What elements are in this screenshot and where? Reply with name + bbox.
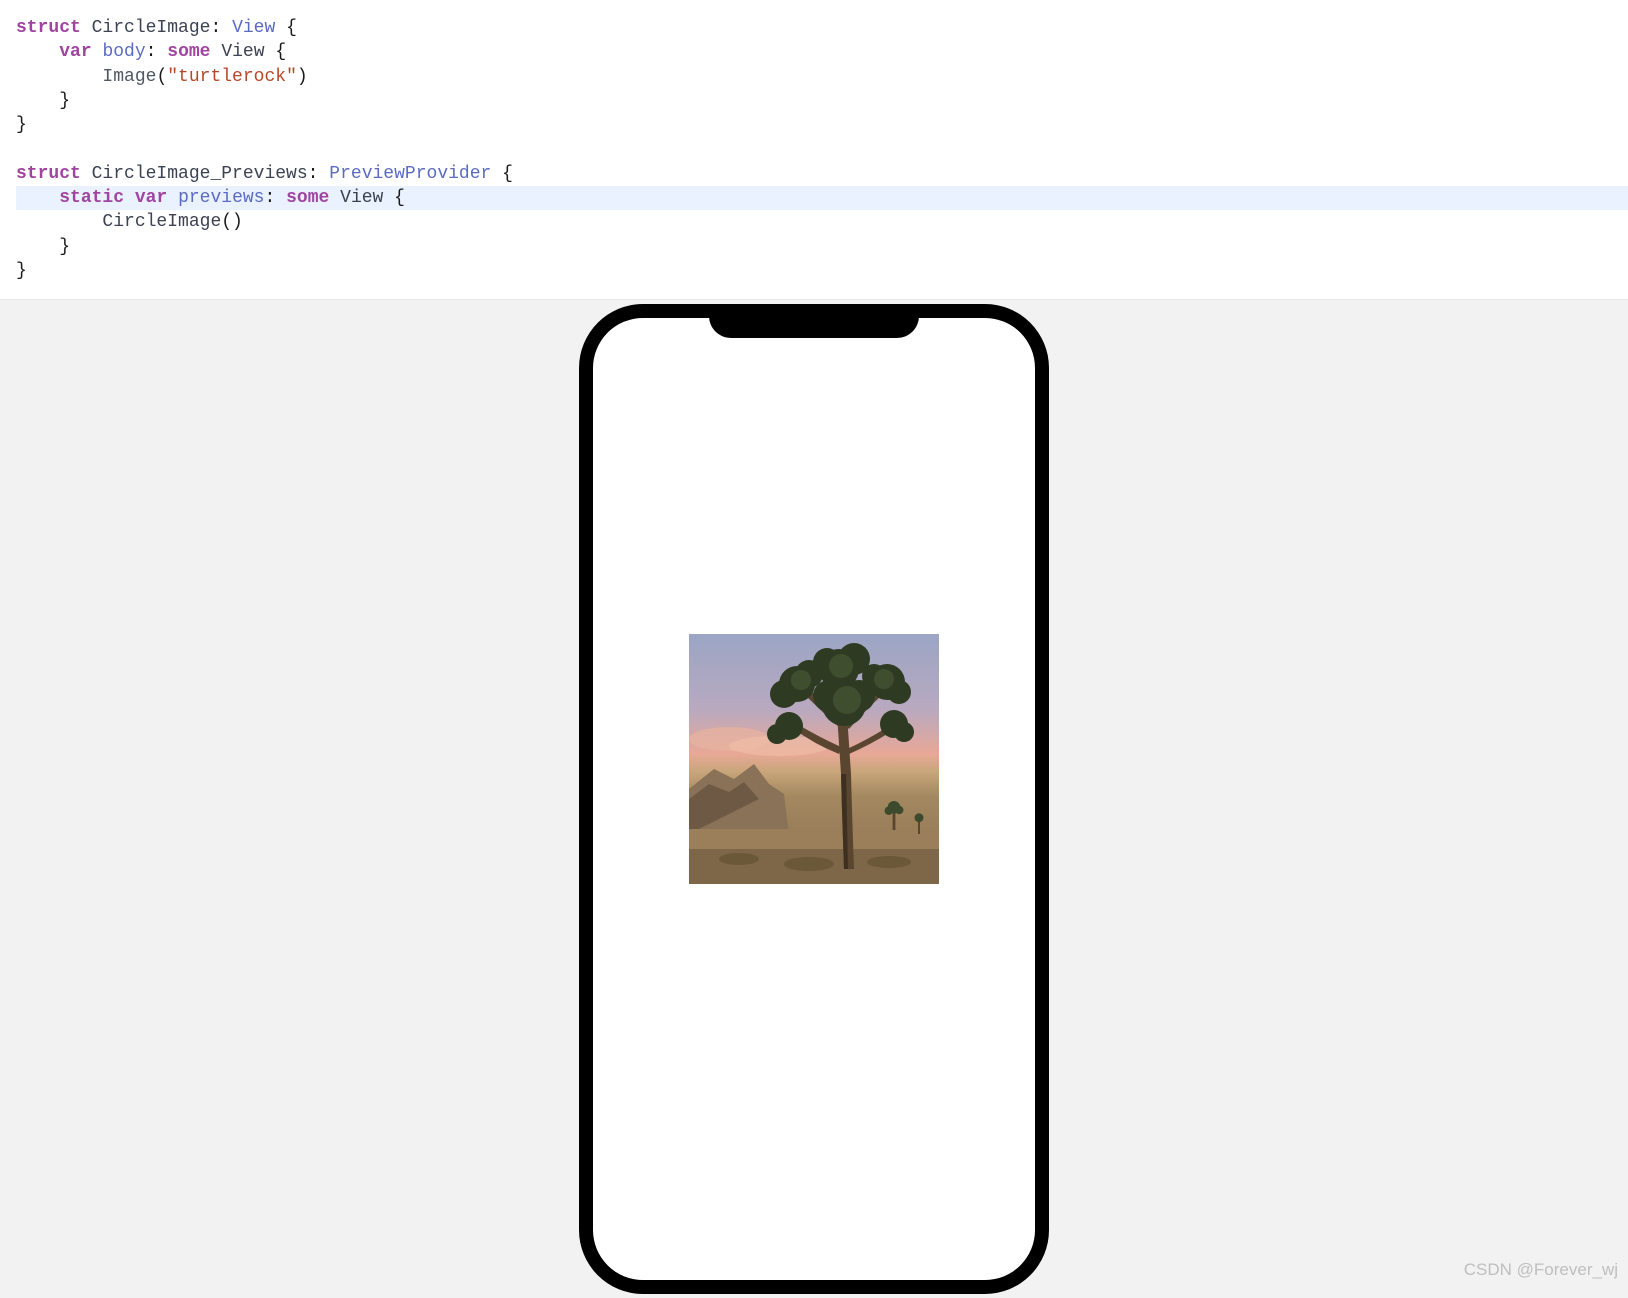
type-view: View: [221, 42, 264, 62]
type-name: CircleImage: [92, 18, 211, 38]
keyword-some: some: [167, 42, 210, 62]
func-image: Image: [102, 67, 156, 87]
watermark-text: CSDN @Forever_wj: [1464, 1260, 1618, 1280]
func-call: CircleImage: [102, 212, 221, 232]
type-view: View: [340, 188, 383, 208]
keyword-static: static: [59, 188, 124, 208]
type-name: CircleImage_Previews: [92, 164, 308, 184]
code-line-3[interactable]: Image("turtlerock"): [16, 65, 1628, 89]
code-line-11[interactable]: }: [16, 259, 1628, 283]
keyword-some: some: [286, 188, 329, 208]
string-literal: "turtlerock": [167, 67, 297, 87]
prop-body: body: [102, 42, 145, 62]
code-line-10[interactable]: }: [16, 235, 1628, 259]
code-line-1[interactable]: struct CircleImage: View {: [16, 16, 1628, 40]
iphone-screen: [593, 318, 1035, 1280]
code-line-2[interactable]: var body: some View {: [16, 40, 1628, 64]
keyword-struct: struct: [16, 18, 81, 38]
keyword-struct: struct: [16, 164, 81, 184]
code-line-9[interactable]: CircleImage(): [16, 210, 1628, 234]
code-line-4[interactable]: }: [16, 89, 1628, 113]
code-line-6[interactable]: [16, 137, 1628, 161]
landscape-illustration: [689, 634, 939, 884]
keyword-var: var: [135, 188, 167, 208]
iphone-simulator-frame: [579, 304, 1049, 1294]
code-editor[interactable]: struct CircleImage: View { var body: som…: [0, 0, 1628, 300]
keyword-var: var: [59, 42, 91, 62]
type-previewprovider: PreviewProvider: [329, 164, 491, 184]
type-view: View: [232, 18, 275, 38]
turtlerock-image: [689, 634, 939, 884]
iphone-notch: [709, 304, 919, 338]
code-line-5[interactable]: }: [16, 113, 1628, 137]
code-line-7[interactable]: struct CircleImage_Previews: PreviewProv…: [16, 162, 1628, 186]
code-line-8-highlighted[interactable]: static var previews: some View {: [16, 186, 1628, 210]
prop-previews: previews: [178, 188, 264, 208]
swiftui-preview-canvas[interactable]: [0, 300, 1628, 1298]
